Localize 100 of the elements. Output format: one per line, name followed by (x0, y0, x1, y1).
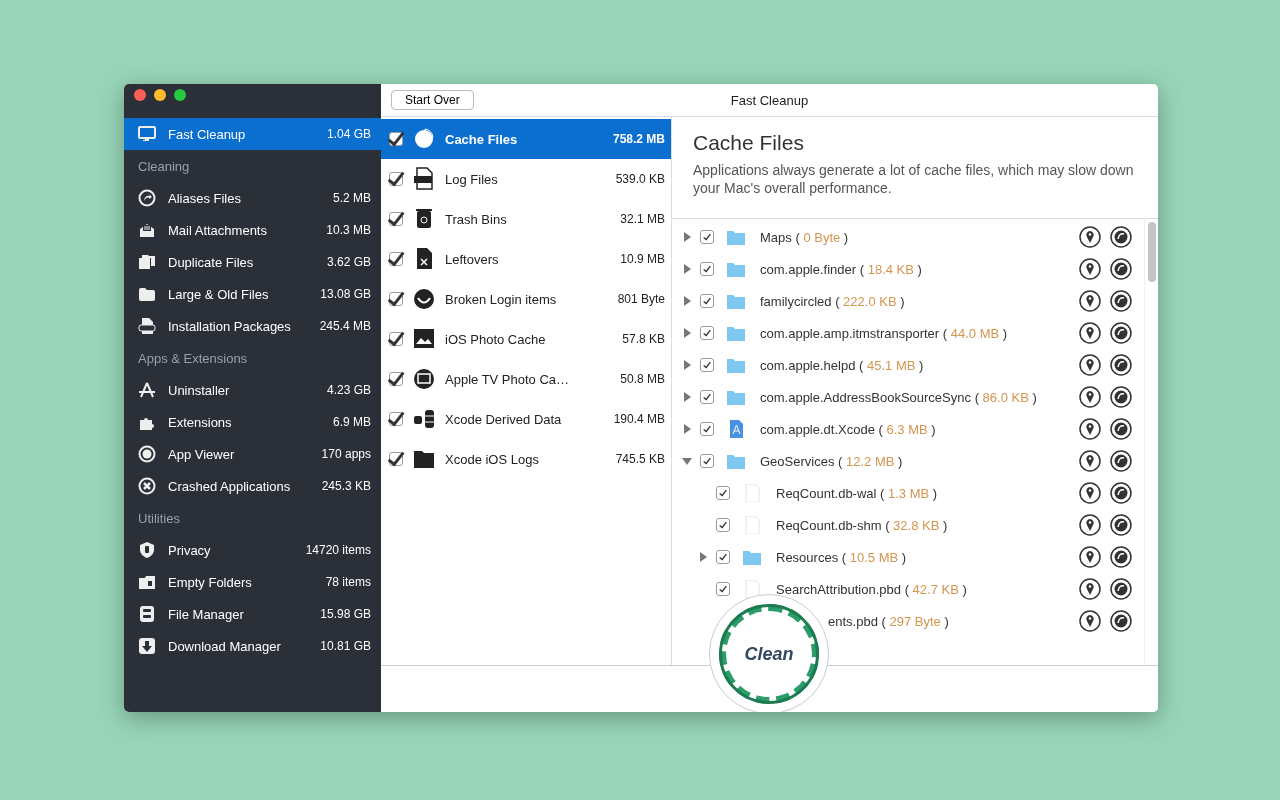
disclosure-triangle-icon[interactable] (682, 328, 692, 338)
location-pin-icon[interactable] (1079, 578, 1101, 600)
sidebar-item[interactable]: Aliases Files 5.2 MB (124, 182, 381, 214)
category-item[interactable]: Leftovers 10.9 MB (381, 239, 671, 279)
category-label: Apple TV Photo Ca… (445, 371, 571, 387)
location-pin-icon[interactable] (1079, 354, 1101, 376)
checkbox[interactable] (389, 212, 403, 226)
checkbox[interactable] (389, 372, 403, 386)
checkbox[interactable] (700, 454, 714, 468)
sidebar-item[interactable]: Mail Attachments 10.3 MB (124, 214, 381, 246)
category-label: Cache Files (445, 131, 519, 147)
disc-icon[interactable] (1110, 514, 1132, 536)
sidebar-item[interactable]: App Viewer 170 apps (124, 438, 381, 470)
checkbox[interactable] (700, 422, 714, 436)
sidebar-item[interactable]: Empty Folders 78 items (124, 566, 381, 598)
disc-icon[interactable] (1110, 354, 1132, 376)
item-size: 245.3 KB (321, 479, 371, 493)
sidebar-item[interactable]: File Manager 15.98 GB (124, 598, 381, 630)
location-pin-icon[interactable] (1079, 610, 1101, 632)
sidebar-item[interactable]: Duplicate Files 3.62 GB (124, 246, 381, 278)
checkbox[interactable] (700, 326, 714, 340)
disclosure-triangle-icon[interactable] (682, 392, 692, 402)
folder-icon (726, 452, 746, 470)
checkbox[interactable] (389, 332, 403, 346)
sidebar-item[interactable]: Fast Cleanup 1.04 GB (124, 118, 381, 150)
file-name-label: com.apple.dt.Xcode ( 6.3 MB ) (760, 421, 937, 437)
item-label: Crashed Applications (168, 478, 292, 494)
category-size: 539.0 KB (615, 172, 665, 186)
checkbox[interactable] (716, 582, 730, 596)
category-item[interactable]: Xcode Derived Data 190.4 MB (381, 399, 671, 439)
sidebar-item[interactable]: Installation Packages 245.4 MB (124, 310, 381, 342)
checkbox[interactable] (716, 486, 730, 500)
location-pin-icon[interactable] (1079, 450, 1101, 472)
location-pin-icon[interactable] (1079, 482, 1101, 504)
checkbox[interactable] (389, 292, 403, 306)
category-item[interactable]: Log Files 539.0 KB (381, 159, 671, 199)
checkbox[interactable] (700, 230, 714, 244)
location-pin-icon[interactable] (1079, 258, 1101, 280)
sidebar-item[interactable]: Uninstaller 4.23 GB (124, 374, 381, 406)
sidebar-item[interactable]: Large & Old Files 13.08 GB (124, 278, 381, 310)
disc-icon[interactable] (1110, 578, 1132, 600)
trash-icon (413, 207, 435, 231)
minimize-button[interactable] (154, 89, 166, 101)
disclosure-triangle-icon[interactable] (682, 264, 692, 274)
sidebar-item[interactable]: Crashed Applications 245.3 KB (124, 470, 381, 502)
checkbox[interactable] (716, 518, 730, 532)
checkbox[interactable] (389, 252, 403, 266)
disc-icon[interactable] (1110, 418, 1132, 440)
sidebar-item[interactable]: Download Manager 10.81 GB (124, 630, 381, 662)
disc-icon[interactable] (1110, 610, 1132, 632)
disclosure-triangle-icon[interactable] (682, 360, 692, 370)
close-circle-icon (138, 477, 156, 495)
disc-icon[interactable] (1110, 258, 1132, 280)
location-pin-icon[interactable] (1079, 322, 1101, 344)
location-pin-icon[interactable] (1079, 514, 1101, 536)
disc-icon[interactable] (1110, 386, 1132, 408)
sidebar-item[interactable]: Extensions 6.9 MB (124, 406, 381, 438)
file-name-label: ReqCount.db-wal ( 1.3 MB ) (776, 485, 939, 501)
location-pin-icon[interactable] (1079, 418, 1101, 440)
checkbox[interactable] (389, 452, 403, 466)
location-pin-icon[interactable] (1079, 546, 1101, 568)
disc-icon[interactable] (1110, 546, 1132, 568)
disclosure-triangle-icon[interactable] (682, 456, 692, 466)
checkbox[interactable] (716, 550, 730, 564)
location-pin-icon[interactable] (1079, 226, 1101, 248)
category-item[interactable]: Xcode iOS Logs 745.5 KB (381, 439, 671, 479)
category-item[interactable]: iOS Photo Cache 57.8 KB (381, 319, 671, 359)
close-button[interactable] (134, 89, 146, 101)
checkbox[interactable] (700, 358, 714, 372)
disclosure-triangle-icon[interactable] (682, 296, 692, 306)
disc-icon[interactable] (1110, 322, 1132, 344)
zoom-button[interactable] (174, 89, 186, 101)
file-name-label: Maps ( 0 Byte ) (760, 229, 850, 245)
disc-icon[interactable] (1110, 482, 1132, 504)
checkbox[interactable] (389, 412, 403, 426)
disc-icon[interactable] (1110, 226, 1132, 248)
disclosure-triangle-icon[interactable] (682, 424, 692, 434)
location-pin-icon[interactable] (1079, 386, 1101, 408)
checkbox[interactable] (700, 294, 714, 308)
sidebar-item[interactable]: Privacy 14720 items (124, 534, 381, 566)
category-item[interactable]: Cache Files 758.2 MB (381, 119, 671, 159)
checkbox[interactable] (389, 172, 403, 186)
checkbox[interactable] (700, 390, 714, 404)
disclosure-triangle-icon[interactable] (698, 552, 708, 562)
category-item[interactable]: Trash Bins 32.1 MB (381, 199, 671, 239)
category-item[interactable]: Apple TV Photo Ca… 50.8 MB (381, 359, 671, 399)
disc-icon[interactable] (1110, 450, 1132, 472)
folder-icon (726, 228, 746, 246)
item-label: Large & Old Files (168, 286, 270, 302)
checkbox[interactable] (389, 132, 403, 146)
clean-button[interactable]: Clean (719, 604, 819, 704)
disc-icon[interactable] (1110, 290, 1132, 312)
category-item[interactable]: Broken Login items 801 Byte (381, 279, 671, 319)
photo-icon (413, 327, 435, 351)
disclosure-triangle-icon[interactable] (682, 232, 692, 242)
category-label: iOS Photo Cache (445, 331, 547, 347)
checkbox[interactable] (700, 262, 714, 276)
location-pin-icon[interactable] (1079, 290, 1101, 312)
start-over-button[interactable]: Start Over (391, 90, 474, 110)
file-name-label: ReqCount.db-shm ( 32.8 KB ) (776, 517, 949, 533)
